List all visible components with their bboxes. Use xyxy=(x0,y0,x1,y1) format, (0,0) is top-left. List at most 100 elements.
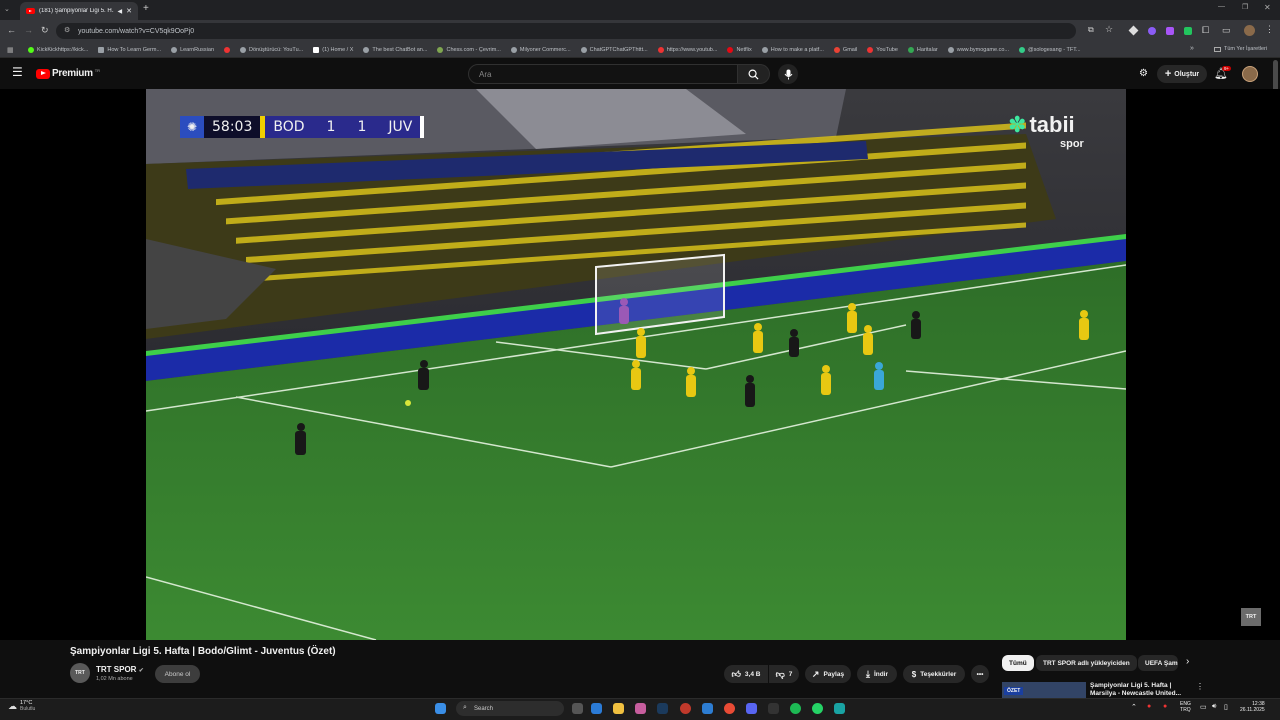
weather-widget[interactable]: ☁ 17°C Bulutlu xyxy=(8,700,35,712)
minimize-icon[interactable]: — xyxy=(1218,3,1225,10)
bookmark-star-icon[interactable]: ☆ xyxy=(1105,24,1113,35)
ucl-logo-icon: ✺ xyxy=(180,116,204,138)
windows-start-icon[interactable] xyxy=(435,703,446,714)
extension-diamond-icon[interactable] xyxy=(1128,25,1139,36)
extensions-puzzle-icon[interactable]: ⧠ xyxy=(1202,25,1209,36)
battery-icon[interactable]: ▯ xyxy=(1224,703,1228,711)
site-info-icon[interactable]: ⚙ xyxy=(64,26,70,34)
extension-icon[interactable] xyxy=(1166,27,1174,35)
account-avatar[interactable] xyxy=(1242,66,1258,82)
bookmark-item[interactable] xyxy=(224,46,230,53)
extension-purple-icon[interactable] xyxy=(1148,27,1156,35)
language-indicator[interactable]: ENG TRQ xyxy=(1180,701,1191,713)
channel-name[interactable]: TRT SPOR ✔ xyxy=(96,665,144,674)
opera-icon[interactable] xyxy=(680,703,691,714)
bookmark-item[interactable]: Gmail xyxy=(833,46,857,53)
cloud-icon: ☁ xyxy=(8,700,17,711)
address-bar[interactable]: ⚙ youtube.com/watch?v=CV5qk9OoPj0 xyxy=(56,23,1076,39)
browser-menu-icon[interactable]: ⋮ xyxy=(1265,24,1274,35)
create-button[interactable]: + Oluştur xyxy=(1157,65,1207,83)
maximize-icon[interactable]: ❐ xyxy=(1242,3,1248,11)
steam-icon[interactable] xyxy=(657,703,668,714)
install-app-icon[interactable]: ⧉ xyxy=(1088,25,1094,35)
profile-avatar-icon[interactable] xyxy=(1244,25,1255,36)
search-input[interactable]: Ara xyxy=(468,64,738,84)
browser-tab[interactable]: (181) Şampiyonlar Ligi 5. H... ◀ ✕ xyxy=(20,2,138,20)
app-icon[interactable] xyxy=(702,703,713,714)
bookmark-item[interactable]: www.bymogame.co... xyxy=(947,46,1009,53)
tray-app-icon[interactable]: ● xyxy=(1147,703,1151,710)
whatsapp-icon[interactable] xyxy=(812,703,823,714)
thumbs-up-icon: 👍︎ xyxy=(731,668,741,679)
apps-grid-icon[interactable]: ▦ xyxy=(7,46,14,54)
bookmark-item[interactable]: (1) Home / X xyxy=(313,46,353,53)
clock[interactable]: 12:38 26.11.2025 xyxy=(1240,701,1265,713)
network-icon[interactable]: ▭ xyxy=(1200,703,1207,711)
more-bookmarks-icon[interactable]: » xyxy=(1190,45,1194,52)
bookmark-item[interactable]: How To Learn Germ... xyxy=(98,46,161,53)
bookmark-item[interactable]: Haritalar xyxy=(907,46,938,53)
channel-avatar[interactable]: TRT xyxy=(70,663,90,683)
tabii-flower-icon: ✽ xyxy=(1008,112,1027,137)
tray-mic-icon[interactable]: ● xyxy=(1163,703,1167,710)
widgets-icon[interactable] xyxy=(591,703,602,714)
reload-icon[interactable]: ↻ xyxy=(41,25,49,36)
chip-uefa[interactable]: UEFA Şam xyxy=(1138,655,1178,671)
thanks-button[interactable]: $ Teşekkürler xyxy=(903,665,965,683)
new-tab-icon[interactable]: + xyxy=(143,3,149,14)
tab-groups-icon[interactable]: ▭ xyxy=(1222,25,1231,36)
photos-icon[interactable] xyxy=(635,703,646,714)
tab-close-icon[interactable]: ✕ xyxy=(126,7,132,15)
download-button[interactable]: ⤓ İndir xyxy=(857,665,897,683)
window-close-icon[interactable]: ✕ xyxy=(1264,3,1271,12)
tab-audio-icon[interactable]: ◀ xyxy=(118,8,123,15)
taskbar-search[interactable]: ⌕ Search xyxy=(456,701,564,716)
extension-green-icon[interactable] xyxy=(1184,27,1192,35)
like-button[interactable]: 👍︎ 3,4 B xyxy=(724,665,768,683)
recommendation-title[interactable]: Şampiyonlar Ligi 5. Hafta | Marsilya - N… xyxy=(1090,682,1190,698)
bookmark-item[interactable]: @sologesang - TFT... xyxy=(1019,46,1081,53)
back-icon[interactable]: ← xyxy=(7,25,16,35)
recommendation-thumbnail[interactable]: ÖZET xyxy=(1002,682,1086,698)
bookmark-item[interactable]: YouTube xyxy=(867,46,898,53)
bookmark-item[interactable]: How to make a platf... xyxy=(761,46,824,53)
discord-icon[interactable] xyxy=(746,703,757,714)
menu-hamburger-icon[interactable]: ☰ xyxy=(12,66,23,78)
task-view-icon[interactable] xyxy=(572,703,583,714)
dislike-button[interactable]: 👎︎ 7 xyxy=(769,665,799,683)
spotify-icon[interactable] xyxy=(790,703,801,714)
video-frame[interactable] xyxy=(146,89,1126,640)
bookmark-item[interactable]: Chess.com - Çevrim... xyxy=(437,46,501,53)
page-icon xyxy=(510,46,517,53)
terminal-icon[interactable] xyxy=(768,703,779,714)
bookmark-item[interactable]: Netflix xyxy=(727,46,752,53)
recommendation-menu-icon[interactable]: ⋮ xyxy=(1196,682,1204,691)
youtube-logo[interactable]: Premium TR xyxy=(36,68,100,79)
youtube-play-icon xyxy=(36,68,50,79)
chips-next-icon[interactable]: › xyxy=(1186,656,1189,667)
subscribe-button[interactable]: Abone ol xyxy=(155,665,200,683)
volume-icon[interactable]: 🔊︎ xyxy=(1212,703,1216,711)
search-button[interactable] xyxy=(738,64,770,84)
bookmark-item[interactable]: ChatGPTChatGPThttt... xyxy=(580,46,648,53)
bookmark-item[interactable]: Dönüştürücü: YouTu... xyxy=(240,46,303,53)
bookmark-item[interactable]: Milyoner Commerc... xyxy=(510,46,571,53)
file-explorer-icon[interactable] xyxy=(613,703,624,714)
forward-icon[interactable]: → xyxy=(24,25,33,35)
all-bookmarks-folder[interactable]: Tüm Yer İşaretleri xyxy=(1214,46,1267,52)
share-button[interactable]: ↗ Paylaş xyxy=(805,665,851,683)
bookmark-item[interactable]: KickKickhttps://kick... xyxy=(28,46,88,53)
chrome-icon[interactable] xyxy=(724,703,735,714)
bookmark-item[interactable]: The best ChatBot an... xyxy=(363,46,427,53)
app-icon[interactable] xyxy=(834,703,845,714)
chip-uploader[interactable]: TRT SPOR adlı yükleyiciden xyxy=(1036,655,1137,671)
cast-icon[interactable]: ⚙ xyxy=(1139,68,1148,79)
chip-all[interactable]: Tümü xyxy=(1002,655,1034,671)
bookmark-item[interactable]: https://www.youtub... xyxy=(657,46,717,53)
more-actions-button[interactable]: ••• xyxy=(971,665,989,683)
tabii-logo: ✽ tabii xyxy=(1008,112,1075,137)
voice-search-button[interactable] xyxy=(778,64,798,84)
bookmark-item[interactable]: LearnRussian xyxy=(171,46,214,53)
tab-search-icon[interactable]: ⌄ xyxy=(4,5,14,15)
tray-overflow-icon[interactable]: ⌃ xyxy=(1131,703,1137,711)
